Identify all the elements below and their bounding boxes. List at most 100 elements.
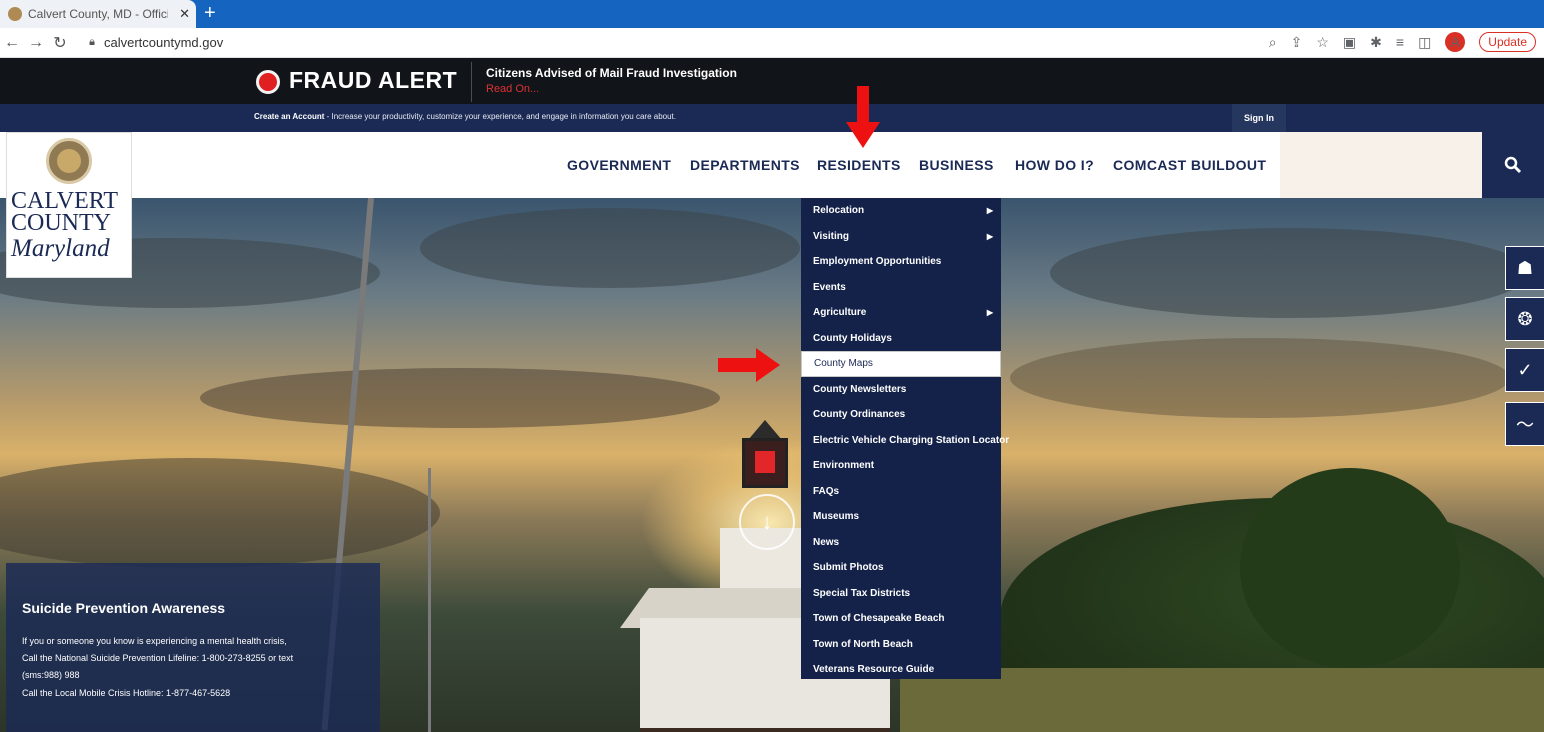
alert-headline[interactable]: Citizens Advised of Mail Fraud Investiga… — [486, 66, 737, 80]
dropdown-item-label: County Newsletters — [813, 383, 907, 395]
dropdown-item[interactable]: Visiting ▶ — [801, 224, 1001, 250]
alert-divider — [471, 62, 472, 102]
dropdown-item[interactable]: Electric Vehicle Charging Station Locato… — [801, 428, 1009, 454]
dropdown-item-label: Submit Photos — [813, 562, 884, 574]
site-search-button[interactable] — [1482, 132, 1544, 198]
zoom-icon[interactable]: ⌕ — [1269, 34, 1277, 51]
dropdown-item[interactable]: Submit Photos — [801, 555, 1001, 581]
dropdown-item-label: Relocation — [813, 205, 865, 217]
create-account-link[interactable]: Create an Account — [254, 112, 324, 121]
search-icon — [1504, 156, 1522, 174]
tab-title: Calvert County, MD - Official We — [28, 7, 168, 21]
profile-avatar[interactable]: A — [1445, 32, 1466, 52]
sign-in-button[interactable]: Sign In — [1232, 104, 1286, 132]
dropdown-item[interactable]: County Ordinances — [801, 402, 1001, 428]
alert-bar — [0, 58, 1544, 104]
dropdown-item-label: Environment — [813, 460, 875, 472]
alert-dot-icon — [256, 70, 280, 94]
suicide-prevention-panel — [6, 563, 380, 732]
dropdown-item[interactable]: Special Tax Districts — [801, 581, 1001, 607]
suicide-prevention-line-2: Call the National Suicide Prevention Lif… — [22, 653, 294, 663]
dropdown-item[interactable]: Environment — [801, 453, 1001, 479]
dropdown-item[interactable]: Town of North Beach — [801, 632, 1001, 658]
lock-icon[interactable]: 🔒︎ — [86, 36, 98, 49]
account-bar — [0, 104, 1544, 132]
dropdown-item[interactable]: County Maps — [801, 351, 1001, 377]
dropdown-item-label: Veterans Resource Guide — [813, 664, 935, 676]
dropdown-item-label: Special Tax Districts — [813, 587, 911, 599]
alert-read-on-link[interactable]: Read On... — [486, 83, 539, 95]
residents-dropdown-menu: Relocation ▶ Visiting ▶ Employment Opportuni… — [801, 198, 1009, 679]
submenu-caret-icon: ▶ — [986, 231, 993, 241]
dropdown-item[interactable]: Employment Opportunities — [801, 249, 1001, 275]
logo-line-county: COUNTY — [11, 210, 111, 236]
paw-icon[interactable]: ❂ — [1505, 297, 1544, 341]
nav-business[interactable]: BUSINESS — [919, 157, 994, 173]
suicide-prevention-line-1: If you or someone you know is experienci… — [22, 636, 287, 646]
bookmark-star-icon[interactable]: ☆ — [1316, 34, 1329, 51]
dropdown-item-label: News — [813, 536, 840, 548]
county-seal-icon — [46, 138, 92, 184]
annotation-arrow-down-icon — [846, 86, 880, 148]
reading-list-icon[interactable]: ≡ — [1396, 34, 1404, 50]
dropdown-item-label: FAQs — [813, 485, 840, 497]
dropdown-item[interactable]: County Holidays — [801, 326, 1001, 352]
dropdown-item-label: Electric Vehicle Charging Station Locato… — [813, 434, 1010, 446]
dropdown-item-label: Visiting — [813, 230, 849, 242]
dropdown-item[interactable]: Agriculture ▶ — [801, 300, 1001, 326]
submenu-caret-icon: ▶ — [986, 206, 993, 216]
dropdown-item[interactable]: Relocation ▶ — [801, 198, 1001, 224]
submenu-caret-icon: ▶ — [986, 308, 993, 318]
puzzle-icon[interactable]: ✱ — [1370, 34, 1382, 51]
nav-residents[interactable]: RESIDENTS — [817, 157, 901, 173]
dropdown-item-label: County Holidays — [813, 332, 892, 344]
suicide-prevention-title: Suicide Prevention Awareness — [22, 600, 226, 616]
new-tab-button[interactable]: + — [204, 3, 216, 23]
address-bar: ← → ↻ 🔒︎ calvertcountymd.gov ⌕ ⇪ ☆ ▣ ✱ ≡… — [0, 28, 1544, 58]
nav-government[interactable]: GOVERNMENT — [567, 157, 671, 173]
logo-line-maryland: Maryland — [11, 235, 110, 262]
annotation-arrow-right-icon — [718, 348, 780, 382]
dropdown-item[interactable]: Veterans Resource Guide — [801, 657, 1001, 683]
logo-line-calvert: CALVERT — [11, 188, 119, 214]
browser-tab[interactable]: Calvert County, MD - Official We ✕ — [0, 0, 196, 28]
trend-icon[interactable]: 〜 — [1505, 402, 1544, 446]
share-icon[interactable]: ⇪ — [1291, 34, 1303, 51]
nav-how-do-i[interactable]: HOW DO I? — [1015, 157, 1094, 173]
dropdown-item-label: Agriculture — [813, 307, 867, 319]
tab-close-icon[interactable]: ✕ — [179, 6, 190, 22]
dropdown-item-label: County Ordinances — [813, 409, 906, 421]
alert-title: FRAUD ALERT — [289, 67, 458, 93]
back-icon[interactable]: ← — [0, 34, 24, 52]
nav-comcast-buildout[interactable]: COMCAST BUILDOUT — [1113, 157, 1266, 173]
suicide-prevention-line-4: Call the Local Mobile Crisis Hotline: 1-… — [22, 688, 231, 698]
dropdown-item[interactable]: Museums — [801, 504, 1001, 530]
dropdown-item-label: Town of North Beach — [813, 638, 913, 650]
reload-icon[interactable]: ↻ — [48, 33, 72, 53]
favicon-icon — [8, 7, 22, 21]
dropdown-item-label: Museums — [813, 511, 860, 523]
dropdown-item[interactable]: Town of Chesapeake Beach — [801, 606, 1001, 632]
dropdown-item-label: County Maps — [814, 358, 873, 370]
forward-icon[interactable]: → — [24, 34, 48, 52]
extension-icon[interactable]: ▣ — [1343, 34, 1356, 51]
suicide-prevention-line-3: (sms:988) 988 — [22, 670, 80, 680]
check-chart-icon[interactable]: ✓ — [1505, 348, 1544, 392]
account-bar-text: Create an Account - Increase your produc… — [254, 112, 676, 121]
account-bar-description: - Increase your productivity, customize … — [324, 112, 676, 121]
url-field[interactable]: calvertcountymd.gov — [104, 35, 223, 50]
browser-toolbar: ⌕ ⇪ ☆ ▣ ✱ ≡ ◫ A Update — [1269, 32, 1536, 52]
map-shape-icon[interactable]: ☗ — [1505, 246, 1544, 290]
dropdown-item-label: Town of Chesapeake Beach — [813, 613, 945, 625]
sidepanel-icon[interactable]: ◫ — [1418, 34, 1431, 51]
dropdown-item[interactable]: County Newsletters — [801, 377, 1001, 403]
scroll-down-icon[interactable]: ↓ — [739, 494, 795, 550]
update-button[interactable]: Update — [1479, 32, 1536, 52]
browser-tabstrip: Calvert County, MD - Official We ✕ + — [0, 0, 1544, 28]
header-filler — [1280, 132, 1482, 198]
dropdown-item[interactable]: Events — [801, 275, 1001, 301]
dropdown-item-label: Employment Opportunities — [813, 256, 942, 268]
nav-departments[interactable]: DEPARTMENTS — [690, 157, 800, 173]
dropdown-item[interactable]: News — [801, 530, 1001, 556]
dropdown-item[interactable]: FAQs — [801, 479, 1001, 505]
